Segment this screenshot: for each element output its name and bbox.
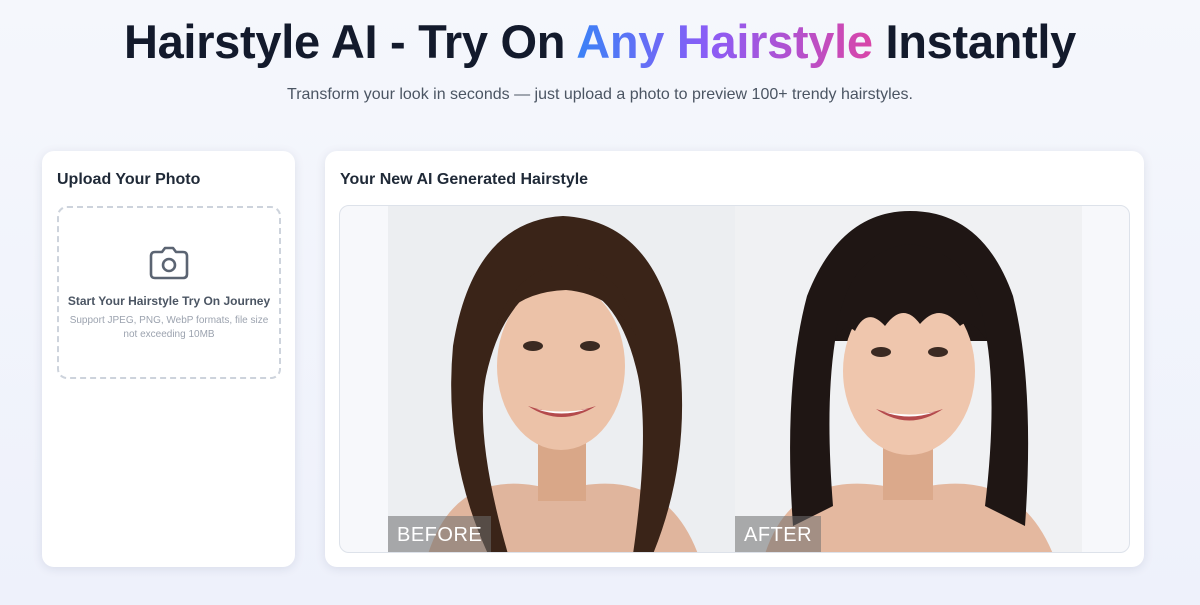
title-end: Instantly [872, 15, 1077, 68]
title-highlight: Any Hairstyle [576, 15, 873, 68]
dropzone-title: Start Your Hairstyle Try On Journey [67, 294, 271, 308]
upload-card: Upload Your Photo Start Your Hairstyle T… [42, 151, 295, 567]
dropzone-hint: Support JPEG, PNG, WebP formats, file si… [69, 315, 269, 340]
result-card: Your New AI Generated Hairstyle BEFORE A… [325, 151, 1144, 567]
page-title: Hairstyle AI - Try On Any Hairstyle Inst… [0, 14, 1200, 69]
upload-card-title: Upload Your Photo [57, 171, 201, 188]
page-subtitle: Transform your look in seconds — just up… [287, 86, 913, 103]
result-card-title: Your New AI Generated Hairstyle [340, 171, 589, 188]
after-label: AFTER [735, 516, 822, 552]
before-photo: BEFORE [388, 206, 735, 552]
comparison-preview: BEFORE AFTER [339, 205, 1130, 553]
photo-dropzone[interactable]: Start Your Hairstyle Try On Journey Supp… [57, 206, 281, 379]
after-photo: AFTER [735, 206, 1082, 552]
camera-icon [149, 246, 189, 280]
before-label: BEFORE [388, 516, 492, 552]
title-start: Hairstyle AI - Try On [123, 15, 577, 68]
